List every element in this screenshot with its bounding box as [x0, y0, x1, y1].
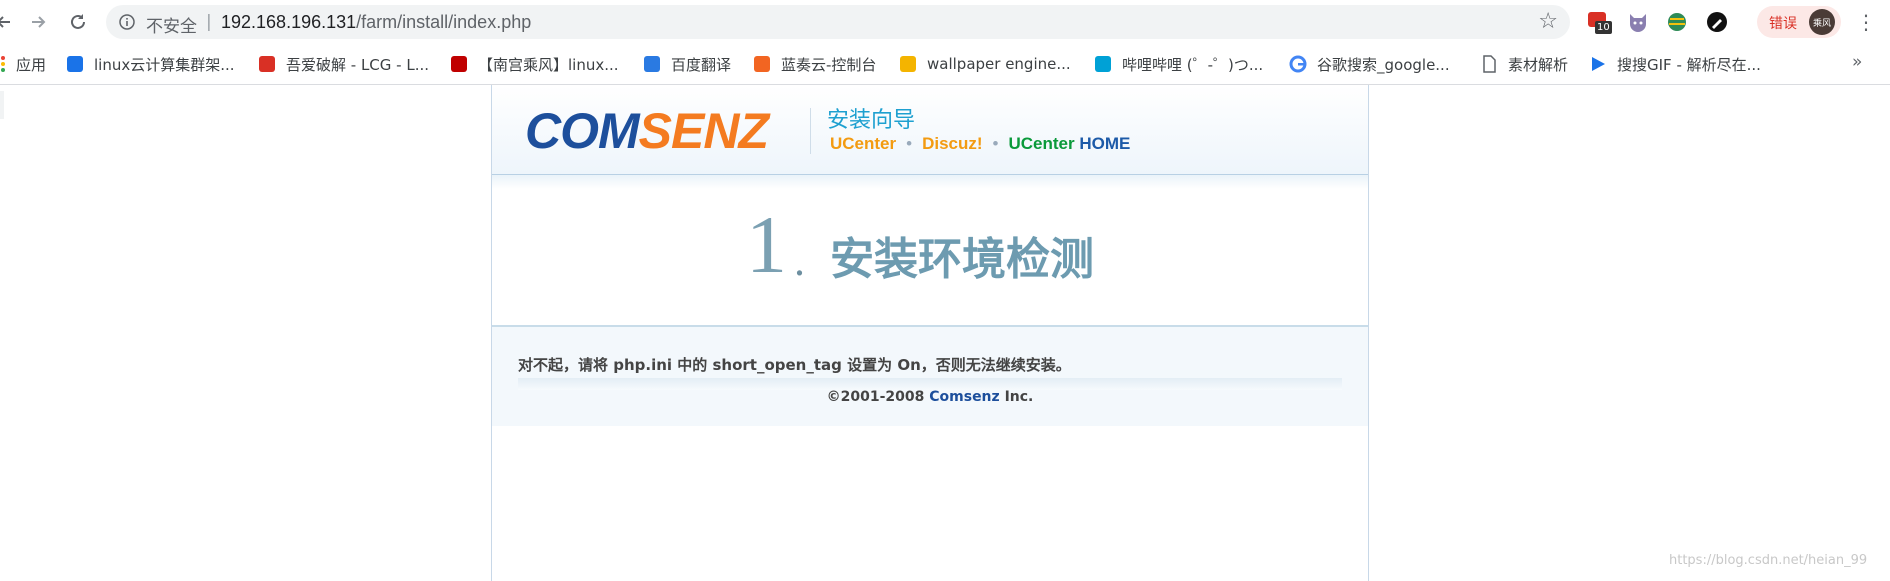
bookmark-label: 哔哩哔哩 (゜-゜)つ...: [1122, 55, 1264, 74]
bookmark-item[interactable]: 蓝奏云-控制台: [753, 53, 876, 75]
bookmark-label: 【南宫乘风】linux...: [478, 55, 619, 74]
bookmark-label: 百度翻译: [671, 55, 732, 74]
bookmarks-overflow-button[interactable]: »: [1852, 52, 1862, 72]
bookmark-label: 蓝奏云-控制台: [781, 55, 877, 74]
extension-cat-icon[interactable]: [1626, 10, 1650, 34]
reload-icon[interactable]: [64, 8, 92, 36]
product-ucenter-home-1: UCenter: [1008, 134, 1075, 153]
browser-toolbar: 不安全 | 192.168.196.131/farm/install/index…: [0, 0, 1890, 44]
page-edge-marker: [0, 91, 4, 119]
profile-button[interactable]: 错误 乘风: [1757, 6, 1841, 38]
bookmark-item[interactable]: wallpaper engine...: [899, 53, 1071, 75]
bookmark-item[interactable]: 应用: [0, 53, 46, 75]
product-dot: •: [906, 134, 913, 153]
bookmark-label: 吾爱破解 - LCG - L...: [286, 55, 430, 74]
bookmark-item[interactable]: 【南宫乘风】linux...: [450, 53, 619, 75]
browser-menu-icon[interactable]: ⋮: [1856, 10, 1876, 34]
bookmark-item[interactable]: linux云计算集群架...: [66, 53, 235, 75]
avatar: 乘风: [1809, 9, 1835, 35]
bookmarks-bar: 应用 linux云计算集群架... 吾爱破解 - LCG - L... 【南宫乘风】l…: [0, 44, 1890, 85]
page-icon: [1480, 55, 1498, 73]
cloud-icon: [66, 55, 84, 73]
bookmark-item[interactable]: 素材解析: [1480, 53, 1568, 75]
security-label[interactable]: 不安全: [146, 12, 197, 37]
copyright-brand-link[interactable]: Comsenz: [929, 389, 999, 405]
watermark: https://blog.csdn.net/heian_99: [1669, 553, 1868, 568]
step-banner: 1 . 安装环境检测: [492, 175, 1368, 327]
product-dot: •: [992, 134, 999, 153]
page-content: COMSENZ 安装向导 UCenter • Discuz! • UCenter HOM…: [0, 85, 1890, 581]
step-title: 安装环境检测: [830, 234, 1094, 285]
installer-container: COMSENZ 安装向导 UCenter • Discuz! • UCenter HOM…: [491, 85, 1369, 581]
extension-mail-icon[interactable]: 10: [1587, 10, 1612, 34]
bookmark-item[interactable]: 哔哩哔哩 (゜-゜)つ...: [1094, 53, 1263, 75]
product-ucenter: UCenter: [830, 134, 897, 153]
product-discuz: Discuz!: [922, 134, 983, 153]
url-text[interactable]: 192.168.196.131/farm/install/index.php: [221, 12, 531, 33]
bookmark-item[interactable]: 吾爱破解 - LCG - L...: [258, 53, 429, 75]
message-area: 对不起，请将 php.ini 中的 short_open_tag 设置为 On，…: [492, 327, 1368, 426]
lcg-icon: [258, 55, 276, 73]
apps-icon: [0, 55, 6, 73]
bookmark-label: wallpaper engine...: [927, 55, 1071, 73]
back-icon[interactable]: [0, 8, 18, 36]
bookmark-label: 应用: [16, 55, 47, 74]
forward-icon[interactable]: [24, 8, 52, 36]
installer-header: COMSENZ 安装向导 UCenter • Discuz! • UCenter HOM…: [492, 86, 1368, 175]
extension-pen-icon[interactable]: [1705, 10, 1729, 34]
copyright: ©2001-2008 Comsenz Inc.: [492, 389, 1368, 405]
address-bar[interactable]: 不安全 | 192.168.196.131/farm/install/index…: [106, 5, 1570, 39]
wizard-title: 安装向导: [827, 108, 916, 133]
extension-badge: 10: [1595, 21, 1612, 34]
bookmark-label: 谷歌搜索_google...: [1317, 55, 1450, 74]
bookmark-item[interactable]: 百度翻译: [643, 53, 731, 75]
bookmark-label: 素材解析: [1508, 55, 1569, 74]
header-divider: [810, 108, 811, 154]
translate-icon: [643, 55, 661, 73]
info-icon[interactable]: [119, 14, 135, 34]
comsenz-logo: COMSENZ: [525, 103, 769, 159]
logo-com: COM: [525, 103, 640, 159]
extension-globe-icon[interactable]: [1665, 10, 1689, 34]
play-icon: [1589, 55, 1607, 73]
product-list: UCenter • Discuz! • UCenter HOME: [830, 134, 1130, 154]
wallpaper-icon: [899, 55, 917, 73]
url-separator: |: [206, 12, 212, 32]
google-icon: [1289, 55, 1307, 73]
csdn-icon: [450, 55, 468, 73]
step-number: 1: [746, 199, 787, 290]
bookmark-label: linux云计算集群架...: [94, 55, 235, 74]
bookmark-item[interactable]: 搜搜GIF - 解析尽在...: [1589, 53, 1761, 75]
copyright-prefix: ©2001-2008: [826, 389, 925, 405]
bilibili-icon: [1094, 55, 1112, 73]
step-dot: .: [794, 236, 805, 285]
bookmark-star-icon[interactable]: ☆: [1538, 9, 1558, 34]
product-ucenter-home-2: HOME: [1079, 134, 1131, 153]
bookmark-item[interactable]: 谷歌搜索_google...: [1289, 53, 1450, 75]
profile-status: 错误: [1769, 16, 1797, 32]
url-path: /farm/install/index.php: [356, 12, 532, 32]
copyright-suffix: Inc.: [1004, 389, 1034, 405]
error-message: 对不起，请将 php.ini 中的 short_open_tag 设置为 On，…: [518, 356, 1071, 374]
lanzou-icon: [753, 55, 771, 73]
logo-senz: SENZ: [638, 103, 769, 159]
url-host: 192.168.196.131: [221, 12, 357, 32]
bookmark-label: 搜搜GIF - 解析尽在...: [1617, 55, 1761, 74]
